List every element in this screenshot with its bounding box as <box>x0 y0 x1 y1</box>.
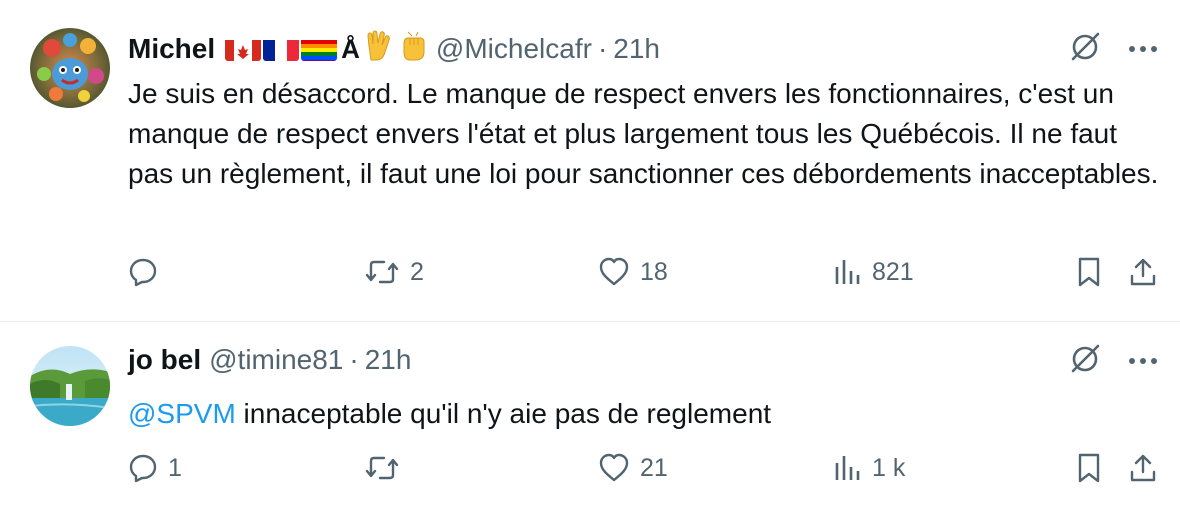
tweet-header: jo bel @timine81 · 21h <box>128 342 411 378</box>
views-icon <box>835 260 860 284</box>
reply-button[interactable] <box>128 257 364 287</box>
bookmark-icon <box>1078 257 1100 287</box>
avatar[interactable] <box>30 346 110 426</box>
share-button[interactable] <box>1128 256 1158 288</box>
retweet-count: 2 <box>410 257 424 286</box>
avatar[interactable] <box>30 28 110 108</box>
share-icon <box>1130 454 1156 482</box>
tweet-header: Michel Å @Michelcafr · 21h <box>128 30 660 68</box>
view-count: 821 <box>872 257 914 286</box>
separator-dot: · <box>597 33 608 64</box>
timestamp[interactable]: 21h <box>613 31 660 67</box>
tweet-actions: 2 18 821 <box>128 256 1160 288</box>
retweet-icon <box>365 260 399 284</box>
bookmark-button[interactable] <box>1076 256 1128 288</box>
name-badges: Å <box>225 30 428 68</box>
share-button[interactable] <box>1128 452 1158 484</box>
like-button[interactable]: 18 <box>598 257 832 287</box>
tweet[interactable]: jo bel @timine81 · 21h @SPVM innaceptabl… <box>0 322 1180 518</box>
like-count: 18 <box>640 257 668 286</box>
tweet-top-actions <box>1068 342 1158 381</box>
timestamp[interactable]: 21h <box>365 342 412 378</box>
grok-icon[interactable] <box>1068 342 1102 381</box>
view-count: 1 k <box>872 453 906 482</box>
vulcan-salute-icon <box>364 30 394 68</box>
tweet-text-body: innaceptable qu'il n'y aie pas de reglem… <box>235 398 772 429</box>
grok-icon[interactable] <box>1068 30 1102 69</box>
share-icon <box>1130 258 1156 286</box>
retweet-button[interactable]: 2 <box>364 257 598 287</box>
user-handle[interactable]: @timine81 <box>209 342 343 378</box>
reply-button[interactable]: 1 <box>128 453 364 483</box>
reply-icon <box>129 454 157 483</box>
user-handle[interactable]: @Michelcafr <box>436 31 592 67</box>
rainbow-flag-icon <box>301 37 338 61</box>
retweet-button[interactable] <box>364 453 598 483</box>
reply-count: 1 <box>168 453 182 482</box>
more-icon[interactable] <box>1128 41 1158 59</box>
mention-link[interactable]: @SPVM <box>128 398 236 429</box>
reply-icon <box>129 258 157 287</box>
tweet-text: @SPVM innaceptable qu'il n'y aie pas de … <box>128 394 1168 434</box>
tweet-top-actions <box>1068 30 1158 69</box>
ring-a-glyph: Å <box>341 34 360 64</box>
tweet-text: Je suis en désaccord. Le manque de respe… <box>128 78 1159 189</box>
tweet-actions: 1 21 1 k <box>128 452 1160 484</box>
canada-flag-icon <box>225 37 262 61</box>
tweet[interactable]: Michel Å @Michelcafr · 21h Je suis en dé… <box>0 0 1180 322</box>
views-button[interactable]: 1 k <box>832 453 1076 483</box>
views-icon <box>835 456 860 480</box>
like-icon <box>599 257 629 286</box>
display-name[interactable]: jo bel <box>128 342 201 378</box>
raised-fist-icon <box>398 30 428 68</box>
more-icon[interactable] <box>1128 353 1158 371</box>
france-flag-icon <box>263 37 300 61</box>
retweet-icon <box>365 456 399 480</box>
like-icon <box>599 453 629 482</box>
display-name[interactable]: Michel <box>128 31 215 67</box>
views-button[interactable]: 821 <box>832 257 1076 287</box>
like-count: 21 <box>640 453 668 482</box>
bookmark-button[interactable] <box>1076 452 1128 484</box>
separator-dot: · <box>349 344 359 375</box>
like-button[interactable]: 21 <box>598 453 832 483</box>
bookmark-icon <box>1078 453 1100 483</box>
